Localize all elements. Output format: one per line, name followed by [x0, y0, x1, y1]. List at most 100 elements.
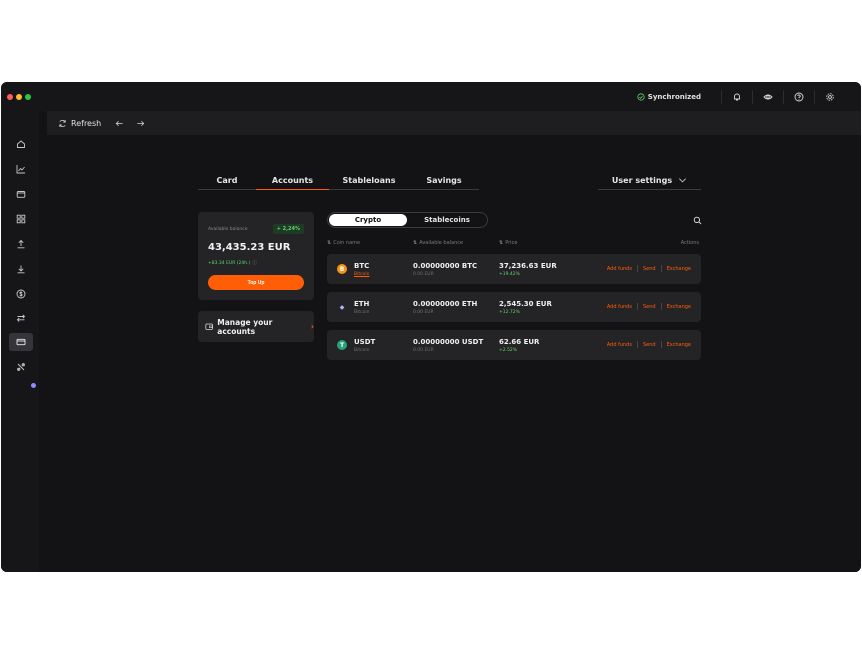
add-funds-button[interactable]: Add funds — [602, 304, 637, 310]
eye-icon — [763, 94, 773, 100]
sidebar-item-grid[interactable] — [9, 210, 33, 228]
tab-savings[interactable]: Savings — [409, 171, 479, 190]
exchange-button[interactable]: Exchange — [662, 266, 691, 272]
account-tabs: Card Accounts Stableloans Savings User s… — [198, 171, 701, 190]
sidebar-item-home[interactable] — [9, 135, 33, 153]
home-icon — [17, 140, 25, 148]
main-content: Refresh Card Accounts Stableloans Saving… — [39, 111, 861, 572]
sidebar — [1, 111, 39, 572]
sort-icon: ⇅ — [413, 240, 418, 246]
bell-icon — [734, 93, 740, 101]
balance-label: Available balance — [208, 227, 248, 232]
divider — [814, 90, 815, 104]
wallet-icon — [205, 323, 213, 330]
coin-symbol: USDT — [354, 338, 376, 346]
coin-balance: 0.00000000 ETH — [413, 300, 478, 308]
help-icon — [794, 92, 804, 102]
send-button[interactable]: Send — [638, 342, 661, 348]
manage-accounts-button[interactable]: Manage your accounts › — [198, 311, 314, 342]
upload-icon — [17, 239, 25, 249]
chart-icon — [16, 165, 25, 174]
notifications-button[interactable] — [732, 92, 742, 102]
balance-change-text: +83.34 EUR (24h.) — [208, 260, 251, 266]
sidebar-item-tools[interactable] — [9, 358, 33, 376]
minimize-window-button[interactable] — [16, 93, 22, 100]
arrow-right-icon — [137, 120, 145, 126]
ethereum-icon: ◆ — [339, 303, 345, 311]
coin-price: 37,236.63 EUR — [499, 262, 557, 270]
column-header-actions: Actions — [681, 240, 699, 246]
tab-stableloans[interactable]: Stableloans — [329, 171, 409, 190]
topbar-actions: Synchronized — [637, 89, 835, 105]
exchange-button[interactable]: Exchange — [662, 304, 691, 310]
table-row: ◆ ETH Bitcoin 0.00000000 ETH 0.00 EUR 2,… — [327, 292, 701, 322]
settings-button[interactable] — [825, 92, 835, 102]
divider — [783, 90, 784, 104]
coin-name: Bitcoin — [354, 310, 370, 315]
sidebar-item-upload[interactable] — [9, 235, 33, 253]
balance-change-badge: + 2,24% — [272, 224, 304, 234]
back-button[interactable] — [115, 119, 124, 128]
coin-symbol: ETH — [354, 300, 370, 308]
user-settings-label: User settings — [611, 176, 673, 185]
coin-name-link[interactable]: Bitcoin — [354, 272, 369, 277]
add-funds-button[interactable]: Add funds — [602, 266, 637, 272]
column-header-price[interactable]: ⇅ Price — [499, 240, 517, 246]
refresh-label: Refresh — [71, 118, 102, 128]
tab-card[interactable]: Card — [198, 171, 256, 190]
add-funds-button[interactable]: Add funds — [602, 342, 637, 348]
exchange-button[interactable]: Exchange — [662, 342, 691, 348]
sidebar-item-download[interactable] — [9, 260, 33, 278]
notification-dot — [31, 383, 36, 388]
balance-amount: 43,435.23 EUR — [208, 242, 291, 253]
coin-type-toggle: Crypto Stablecoins — [327, 212, 488, 228]
toolbar: Refresh — [47, 111, 861, 135]
column-header-coin[interactable]: ⇅ Coin name — [327, 240, 360, 246]
sidebar-item-transfer[interactable] — [9, 309, 33, 327]
gear-icon — [826, 93, 834, 101]
card-icon — [16, 338, 26, 346]
send-button[interactable]: Send — [638, 266, 661, 272]
forward-button[interactable] — [136, 119, 145, 128]
coin-price-change: +19.42% — [499, 272, 520, 277]
transfer-icon — [16, 314, 26, 322]
table-header: ⇅ Coin name ⇅ Available balance ⇅ Price Act… — [327, 240, 701, 248]
row-actions: Add funds Send Exchange — [602, 265, 691, 272]
dollar-icon — [16, 289, 26, 299]
user-settings-dropdown[interactable]: User settings — [598, 171, 701, 190]
sidebar-item-dollar[interactable] — [9, 285, 33, 303]
sidebar-item-chart[interactable] — [9, 160, 33, 178]
window-controls — [7, 93, 31, 100]
close-window-button[interactable] — [7, 93, 13, 100]
search-icon[interactable] — [693, 216, 702, 225]
segment-stablecoins[interactable]: Stablecoins — [408, 214, 486, 226]
maximize-window-button[interactable] — [25, 93, 31, 100]
visibility-button[interactable] — [763, 92, 773, 102]
column-header-balance[interactable]: ⇅ Available balance — [413, 240, 463, 246]
sidebar-item-cards[interactable] — [9, 333, 33, 351]
sort-icon: ⇅ — [499, 240, 504, 246]
sidebar-item-wallet[interactable] — [9, 185, 33, 203]
segment-crypto[interactable]: Crypto — [329, 214, 407, 226]
column-header-balance-label: Available balance — [419, 240, 464, 246]
top-up-button[interactable]: Top Up — [208, 275, 304, 290]
send-button[interactable]: Send — [638, 304, 661, 310]
sort-icon: ⇅ — [327, 240, 332, 246]
title-bar: Synchronized — [1, 82, 861, 111]
download-icon — [17, 265, 25, 274]
tether-icon: T — [337, 340, 347, 350]
chevron-down-icon — [679, 178, 687, 183]
coin-price-change: +12.72% — [499, 310, 520, 315]
table-row: T USDT Bitcoin 0.00000000 USDT 0.00 EUR … — [327, 330, 701, 360]
refresh-button[interactable]: Refresh — [58, 119, 101, 128]
coin-fiat-balance: 0.00 EUR — [413, 272, 434, 277]
manage-accounts-label: Manage your accounts — [217, 317, 273, 336]
coin-price: 2,545.30 EUR — [499, 300, 552, 308]
tab-accounts[interactable]: Accounts — [256, 171, 329, 190]
info-icon[interactable]: ⓘ — [252, 260, 257, 266]
column-header-price-label: Price — [505, 240, 518, 246]
column-header-coin-label: Coin name — [333, 240, 361, 246]
bitcoin-icon: B — [337, 264, 347, 274]
coin-fiat-balance: 0.00 EUR — [413, 348, 434, 353]
help-button[interactable] — [794, 92, 804, 102]
